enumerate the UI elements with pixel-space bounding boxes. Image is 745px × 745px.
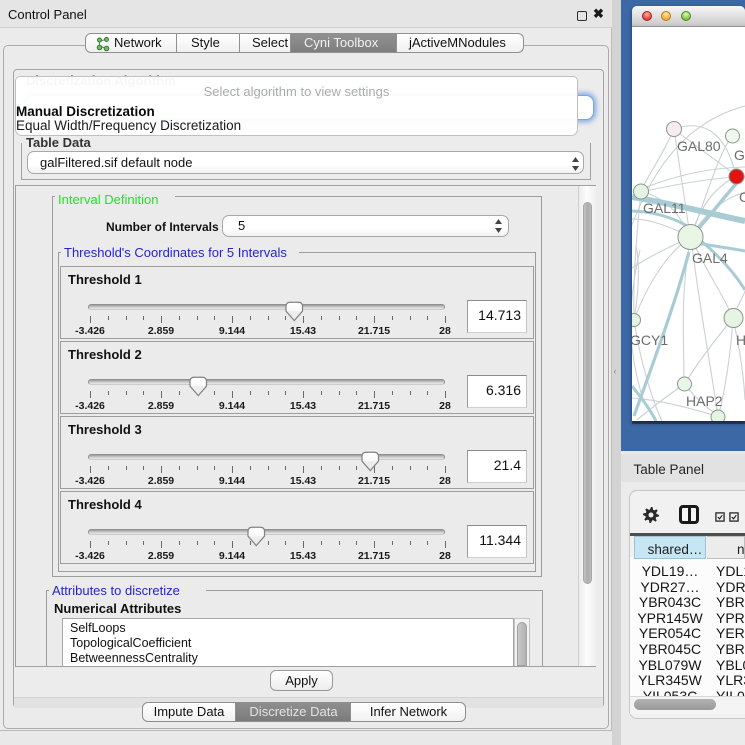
svg-text:GAL4: GAL4 bbox=[692, 250, 728, 266]
svg-text:G.: G. bbox=[734, 147, 745, 163]
svg-text:HAP2: HAP2 bbox=[686, 393, 723, 409]
svg-text:GCY1: GCY1 bbox=[632, 332, 668, 348]
svg-text:GAL11: GAL11 bbox=[643, 200, 686, 216]
svg-text:GAL80: GAL80 bbox=[677, 138, 721, 154]
svg-text:H: H bbox=[736, 332, 745, 348]
svg-text:C: C bbox=[739, 189, 745, 205]
